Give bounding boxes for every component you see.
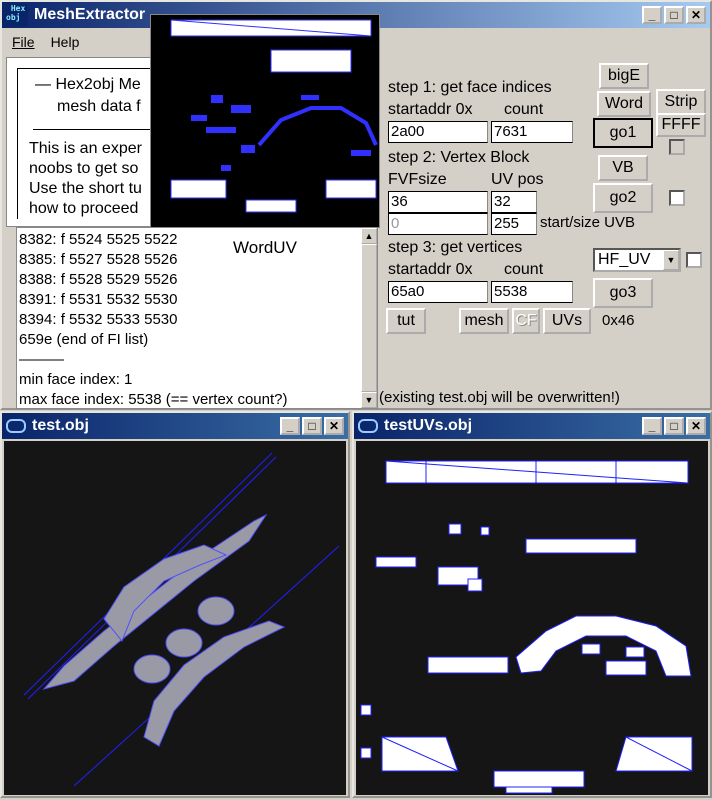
uv-render	[360, 460, 693, 794]
mesh-minimize-button[interactable]: _	[280, 417, 300, 435]
log-line: ———	[19, 351, 64, 368]
uv-close-button[interactable]: ✕	[686, 417, 706, 435]
log-line: min face index: 1	[19, 371, 133, 388]
mesh-titlebar[interactable]: test.obj _ □ ✕	[2, 413, 348, 439]
word-uv-label: WordUV	[233, 238, 297, 257]
log-line: 8391: f 5531 5532 5530	[19, 291, 178, 308]
uv-mode-dropdown[interactable]: HF_UV ▼	[593, 248, 681, 272]
strip-button[interactable]: Strip	[656, 89, 706, 115]
go1-button[interactable]: go1	[593, 118, 653, 148]
hex-readout: 0x46	[602, 312, 635, 329]
vb-button[interactable]: VB	[598, 155, 648, 181]
uvb-label: start/size UVB	[540, 214, 636, 231]
go3-button[interactable]: go3	[593, 278, 653, 308]
word-button[interactable]: Word	[597, 91, 651, 117]
menubar: File Help	[4, 30, 87, 54]
log-scrollbar[interactable]: ▲ ▼	[361, 228, 377, 408]
step3-addr-label: startaddr 0x	[388, 261, 473, 278]
mesh-window-title: test.obj	[32, 417, 89, 434]
uv-minimize-button[interactable]: _	[642, 417, 662, 435]
uvs-button[interactable]: UVs	[543, 308, 591, 334]
uvpos-input[interactable]: 32	[491, 191, 537, 213]
mesh-viewport[interactable]	[4, 441, 346, 795]
scroll-up-arrow-icon[interactable]: ▲	[361, 228, 377, 244]
uv-window-icon	[358, 419, 378, 433]
step2-fvf-label: FVFsize	[388, 171, 447, 188]
menu-help[interactable]: Help	[51, 34, 80, 50]
log-line: max face index: 5538 (== vertex count?)	[19, 391, 288, 408]
step1-addr-label: startaddr 0x	[388, 101, 473, 118]
step1-count-label: count	[504, 101, 544, 118]
main-window-title: MeshExtractor	[34, 6, 146, 23]
log-textarea[interactable]: 8382: f 5524 5525 5522 8385: f 5527 5528…	[16, 227, 378, 409]
log-line: 8388: f 5528 5529 5526	[19, 271, 178, 288]
tut-button[interactable]: tut	[386, 308, 426, 334]
scroll-thumb[interactable]	[361, 244, 377, 392]
status-message: (existing test.obj will be overwritten!)	[379, 389, 620, 406]
uvb-start-input: 0	[388, 213, 488, 235]
uv-preview-drawing	[170, 19, 378, 213]
step3-startaddr-input[interactable]: 65a0	[388, 281, 488, 303]
mesh-window: test.obj _ □ ✕	[0, 411, 350, 798]
bige-button[interactable]: bigE	[599, 63, 649, 89]
info-line-6: how to proceed	[29, 200, 139, 217]
fvfsize-input[interactable]: 36	[388, 191, 488, 213]
menu-file[interactable]: File	[12, 34, 35, 50]
ffff-checkbox[interactable]	[669, 139, 685, 155]
main-window: Hex obj MeshExtractor _ □ ✕ File Help — H…	[0, 0, 712, 410]
close-button[interactable]: ✕	[686, 6, 706, 24]
mesh-button[interactable]: mesh	[459, 308, 509, 334]
log-line: 659e (end of FI list)	[19, 331, 149, 348]
go2-checkbox[interactable]	[669, 190, 685, 206]
info-line-2: mesh data f	[57, 98, 141, 115]
minimize-button[interactable]: _	[642, 6, 662, 24]
info-line-3: This is an exper	[29, 140, 142, 157]
uv-preview-canvas	[150, 14, 380, 228]
uv-viewport[interactable]	[356, 441, 708, 795]
mesh-close-button[interactable]: ✕	[324, 417, 344, 435]
cf-button: CF	[512, 308, 540, 334]
step2-title: step 2: Vertex Block	[388, 149, 530, 166]
step1-count-input[interactable]: 7631	[491, 121, 573, 143]
step3-count-label: count	[504, 261, 544, 278]
uv-mode-value: HF_UV	[598, 251, 651, 268]
uv-mode-checkbox[interactable]	[686, 252, 702, 268]
uv-maximize-button[interactable]: □	[664, 417, 684, 435]
step1-title: step 1: get face indices	[388, 79, 552, 96]
step2-uvpos-label: UV pos	[491, 171, 544, 188]
info-line-4: noobs to get so	[29, 160, 139, 177]
log-line: 8394: f 5532 5533 5530	[19, 311, 178, 328]
uvb-size-input[interactable]: 255	[491, 213, 537, 235]
info-line-5: Use the short tu	[29, 180, 142, 197]
uv-window: testUVs.obj _ □ ✕	[352, 411, 712, 798]
step3-title: step 3: get vertices	[388, 239, 523, 256]
hex2obj-app-icon: Hex obj	[6, 4, 28, 26]
step3-count-input[interactable]: 5538	[491, 281, 573, 303]
mesh-window-icon	[6, 419, 26, 433]
uv-titlebar[interactable]: testUVs.obj _ □ ✕	[354, 413, 710, 439]
maximize-button[interactable]: □	[664, 6, 684, 24]
uv-window-title: testUVs.obj	[384, 417, 473, 434]
dropdown-arrow-icon[interactable]: ▼	[663, 250, 679, 270]
ffff-button[interactable]: FFFF	[656, 113, 706, 137]
step1-startaddr-input[interactable]: 2a00	[388, 121, 488, 143]
scroll-down-arrow-icon[interactable]: ▼	[361, 392, 377, 408]
mesh-maximize-button[interactable]: □	[302, 417, 322, 435]
go2-button[interactable]: go2	[593, 183, 653, 213]
mesh-render	[23, 452, 340, 787]
info-line-1: — Hex2obj Me	[35, 76, 141, 93]
